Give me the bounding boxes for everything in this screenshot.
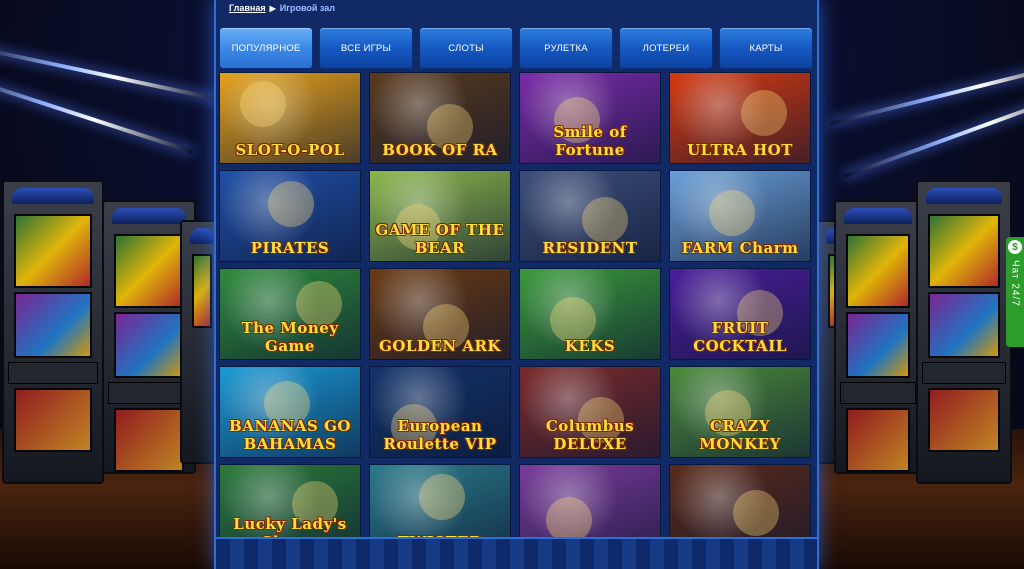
chat-label: Чат 24/7	[1009, 260, 1021, 307]
game-tile[interactable]	[669, 464, 811, 537]
tab-popular[interactable]: ПОПУЛЯРНОЕ	[219, 27, 313, 69]
game-title: BANANAS GO BAHAMAS	[229, 417, 351, 453]
game-tile[interactable]: ULTRA HOT	[669, 72, 811, 164]
tab-slots[interactable]: СЛОТЫ	[419, 27, 513, 69]
slot-machine	[834, 200, 922, 474]
game-tile[interactable]: CRAZY MONKEY	[669, 366, 811, 458]
game-artwork	[582, 197, 628, 243]
game-title: CRAZY MONKEY	[699, 417, 781, 453]
tab-cards[interactable]: КАРТЫ	[719, 27, 813, 69]
game-title: GOLDEN ARK	[379, 337, 501, 355]
breadcrumb-separator-icon: ▶	[269, 3, 276, 13]
game-title: The Money Game	[241, 319, 339, 355]
game-title: FARM Charm	[681, 239, 799, 257]
game-title: Lucky Lady's Charm	[233, 515, 347, 537]
neon-light	[0, 69, 195, 155]
tab-lotteries[interactable]: ЛОТЕРЕИ	[619, 27, 713, 69]
dollar-icon: $	[1008, 240, 1022, 254]
game-title: RESIDENT	[542, 239, 638, 257]
game-tile[interactable]: Lucky Lady's Charm	[219, 464, 361, 537]
breadcrumb-current: Игровой зал	[279, 3, 336, 13]
game-tile[interactable]: The Money Game	[219, 268, 361, 360]
game-title: GAME OF THE BEAR	[375, 221, 505, 257]
game-tile[interactable]	[519, 464, 661, 537]
game-tile[interactable]: European Roulette VIP	[369, 366, 511, 458]
game-tile[interactable]: GOLDEN ARK	[369, 268, 511, 360]
game-tile[interactable]: TWISTER	[369, 464, 511, 537]
game-artwork	[240, 81, 286, 127]
game-title: SLOT-O-POL	[235, 141, 345, 159]
game-artwork	[268, 181, 314, 227]
game-title: Smile of Fortune	[553, 123, 627, 159]
game-tile[interactable]: Smile of Fortune	[519, 72, 661, 164]
footer-strip	[216, 537, 817, 569]
slot-machine	[180, 220, 214, 464]
game-artwork	[419, 474, 465, 520]
game-artwork	[709, 190, 755, 236]
game-artwork	[733, 490, 779, 536]
slot-machine	[2, 180, 104, 484]
game-tile[interactable]: PIRATES	[219, 170, 361, 262]
game-grid: SLOT-O-POL BOOK OF RA Smile of Fortune ULTR…	[219, 72, 813, 537]
game-title: PIRATES	[250, 239, 330, 257]
game-tile[interactable]: RESIDENT	[519, 170, 661, 262]
game-tile[interactable]: BANANAS GO BAHAMAS	[219, 366, 361, 458]
breadcrumb: Главная ▶ Игровой зал	[229, 3, 335, 13]
game-tile[interactable]: KEKS	[519, 268, 661, 360]
game-title: KEKS	[564, 337, 616, 355]
game-tile[interactable]: SLOT-O-POL	[219, 72, 361, 164]
game-tile[interactable]: Columbus DELUXE	[519, 366, 661, 458]
game-tile[interactable]: BOOK OF RA	[369, 72, 511, 164]
game-artwork	[546, 497, 592, 537]
game-title: FRUIT COCKTAIL	[693, 319, 787, 355]
breadcrumb-home-link[interactable]: Главная	[229, 3, 266, 13]
right-backdrop	[816, 0, 1024, 569]
game-hall-panel: Главная ▶ Игровой зал ПОПУЛЯРНОЕ ВСЕ ИГР…	[214, 0, 819, 569]
tab-all-games[interactable]: ВСЕ ИГРЫ	[319, 27, 413, 69]
neon-light	[829, 58, 1024, 126]
game-tile[interactable]: FRUIT COCKTAIL	[669, 268, 811, 360]
tab-roulette[interactable]: РУЛЕТКА	[519, 27, 613, 69]
game-title: European Roulette VIP	[383, 417, 497, 453]
game-tile[interactable]: GAME OF THE BEAR	[369, 170, 511, 262]
slot-machine	[916, 180, 1012, 484]
game-title: Columbus DELUXE	[545, 417, 635, 453]
game-tile[interactable]: FARM Charm	[669, 170, 811, 262]
game-title: ULTRA HOT	[687, 141, 793, 159]
chat-tab[interactable]: $ Чат 24/7	[1006, 237, 1024, 347]
game-title: BOOK OF RA	[382, 141, 498, 159]
category-tabs: ПОПУЛЯРНОЕ ВСЕ ИГРЫ СЛОТЫ РУЛЕТКА ЛОТЕРЕ…	[219, 27, 813, 69]
neon-light	[0, 43, 214, 101]
left-backdrop	[0, 0, 214, 569]
game-artwork	[741, 90, 787, 136]
